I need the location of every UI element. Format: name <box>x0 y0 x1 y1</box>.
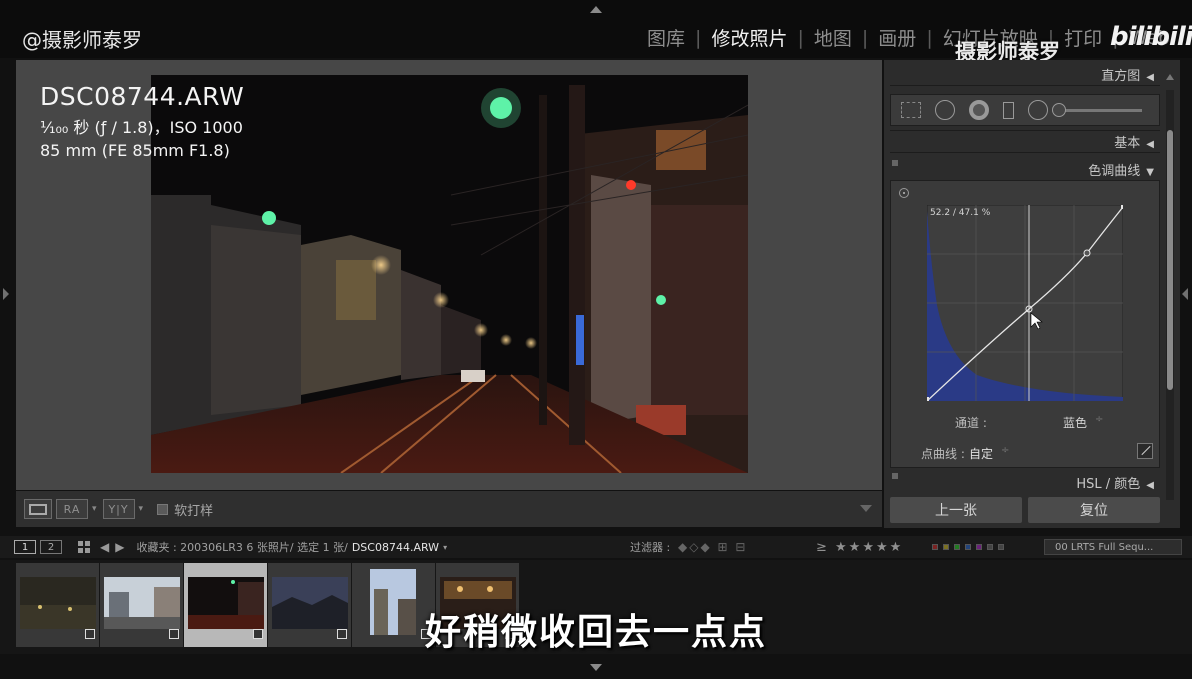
color-label-filter[interactable] <box>932 544 1004 550</box>
crop-overlay-icon[interactable] <box>901 102 921 118</box>
filter-preset-dropdown[interactable]: 00 LRTS Full Sequ... <box>1044 539 1182 555</box>
reset-button[interactable]: 复位 <box>1028 497 1160 523</box>
photo-exposure: ¹⁄₁₀₀ 秒 (ƒ / 1.8)，ISO 1000 <box>40 118 243 137</box>
develop-right-panel: 直方图 ◀ 基本 ◀ 色调曲线 ▼ 52.2 / 47.1 % 通道: 蓝色 … <box>884 60 1180 528</box>
channel-label: 通道 : <box>955 416 987 430</box>
module-develop[interactable]: 修改照片 <box>701 24 797 51</box>
graduated-filter-icon[interactable] <box>1003 101 1014 119</box>
panel-toggle-square[interactable] <box>892 160 898 166</box>
filter-label: 过滤器 : <box>630 541 671 554</box>
channel-caret-icon[interactable]: ÷ <box>1095 414 1103 425</box>
histogram-header[interactable]: 直方图 ◀ <box>1101 65 1154 84</box>
previous-settings-button[interactable]: 上一张 <box>890 497 1022 523</box>
swap-view-button[interactable]: Y|Y <box>102 499 135 519</box>
basic-label: 基本 <box>1114 136 1141 151</box>
left-panel-toggle-icon[interactable] <box>3 288 9 300</box>
module-picker: 图库 | 修改照片 | 地图 | 画册 | 幻灯片放映 | 打印 | Web <box>637 24 1180 51</box>
current-file-dropdown[interactable]: DSC08744.ARW <box>352 541 439 554</box>
before-after-caret-icon[interactable]: ▾ <box>92 504 97 514</box>
swap-view-caret-icon[interactable]: ▾ <box>139 504 144 514</box>
softproof-checkbox[interactable] <box>157 503 169 515</box>
secondary-window-button[interactable]: 2 <box>40 540 62 554</box>
bilibili-logo: bilibili <box>1110 22 1192 52</box>
grid-view-icon[interactable] <box>78 541 90 553</box>
radial-filter-icon[interactable] <box>1028 100 1048 120</box>
module-library[interactable]: 图库 <box>637 24 695 51</box>
video-subtitle: 好稍微收回去一点点 <box>424 612 767 653</box>
panel-scrollbar[interactable] <box>1166 90 1174 500</box>
softproof-label: 软打样 <box>174 503 214 519</box>
module-map[interactable]: 地图 <box>804 24 862 51</box>
scrollbar-thumb[interactable] <box>1167 130 1173 390</box>
point-curve-label: 点曲线 : <box>921 447 965 461</box>
hsl-header[interactable]: HSL / 颜色 ◀ <box>1076 473 1154 492</box>
histogram-label: 直方图 <box>1101 69 1141 84</box>
back-arrow-icon[interactable]: ◀ <box>100 540 109 554</box>
parametric-toggle-icon[interactable] <box>1137 443 1153 459</box>
tool-strip <box>890 94 1160 126</box>
module-book[interactable]: 画册 <box>868 24 926 51</box>
basic-header[interactable]: 基本 ◀ <box>1114 132 1154 151</box>
tone-curve-label: 色调曲线 <box>1088 164 1141 179</box>
collection-path: 收藏夹 : 200306LR3 6 张照片/ 选定 1 张/ <box>136 541 348 554</box>
loupe-view-button[interactable] <box>24 499 52 519</box>
tone-curve-editor: 52.2 / 47.1 % 通道 : 蓝色 ÷ 点曲线 : 自定 ÷ <box>890 180 1160 468</box>
tone-curve-header[interactable]: 色调曲线 ▼ <box>1088 160 1154 179</box>
photo-lens: 85 mm (FE 85mm F1.8) <box>40 141 230 160</box>
red-eye-icon[interactable] <box>969 100 989 120</box>
primary-window-button[interactable]: 1 <box>14 540 36 554</box>
photo-info-overlay: DSC08744.ARW ¹⁄₁₀₀ 秒 (ƒ / 1.8)，ISO 1000 … <box>40 82 244 160</box>
flag-filter-icon[interactable]: ◆◇◆ ⊞ ⊟ <box>678 540 747 554</box>
file-caret-icon[interactable]: ▾ <box>443 543 447 552</box>
right-panel-toggle-icon[interactable] <box>1182 288 1188 300</box>
rating-filter[interactable]: ≥ ★★★★★ <box>816 540 903 555</box>
module-print[interactable]: 打印 <box>1054 24 1112 51</box>
photo-viewer: DSC08744.ARW ¹⁄₁₀₀ 秒 (ƒ / 1.8)，ISO 1000 … <box>16 60 882 490</box>
loupe-icon <box>29 503 47 515</box>
scroll-up-icon[interactable] <box>1166 74 1174 80</box>
spot-removal-icon[interactable] <box>935 100 955 120</box>
tone-curve-graph[interactable] <box>925 204 1125 402</box>
point-curve-caret-icon[interactable]: ÷ <box>1001 445 1009 456</box>
expanded-down-icon: ▼ <box>1146 167 1154 178</box>
collapse-bottom-arrow-icon[interactable] <box>590 664 602 671</box>
collapse-left-icon: ◀ <box>1146 480 1154 491</box>
collapse-top-arrow-icon[interactable] <box>590 6 602 13</box>
curve-readout: 52.2 / 47.1 % <box>930 208 991 218</box>
channel-select[interactable]: 蓝色 <box>1063 414 1087 431</box>
photo-filename: DSC08744.ARW <box>40 82 245 111</box>
viewer-toolbar: RA ▾ Y|Y ▾ 软打样 <box>16 491 882 527</box>
point-curve-select[interactable]: 自定 <box>969 445 993 462</box>
panel-toggle-square[interactable] <box>892 473 898 479</box>
top-bar: @摄影师泰罗 图库 | 修改照片 | 地图 | 画册 | 幻灯片放映 | 打印 … <box>0 0 1192 64</box>
panel-buttons: 上一张 复位 <box>890 497 1160 523</box>
before-after-button[interactable]: RA <box>56 499 88 519</box>
forward-arrow-icon[interactable]: ▶ <box>115 540 124 554</box>
identity-plate: @摄影师泰罗 <box>22 28 142 52</box>
filmstrip-toolbar: 1 2 ◀ ▶ 收藏夹 : 200306LR3 6 张照片/ 选定 1 张/ D… <box>0 536 1192 558</box>
adjustment-brush-slider[interactable] <box>1052 102 1142 117</box>
collapse-left-icon: ◀ <box>1146 139 1154 150</box>
targeted-adjustment-icon[interactable] <box>899 188 909 198</box>
hsl-label: HSL / 颜色 <box>1076 477 1141 492</box>
collapse-left-icon: ◀ <box>1146 72 1154 83</box>
toolbar-menu-icon[interactable] <box>860 505 872 512</box>
